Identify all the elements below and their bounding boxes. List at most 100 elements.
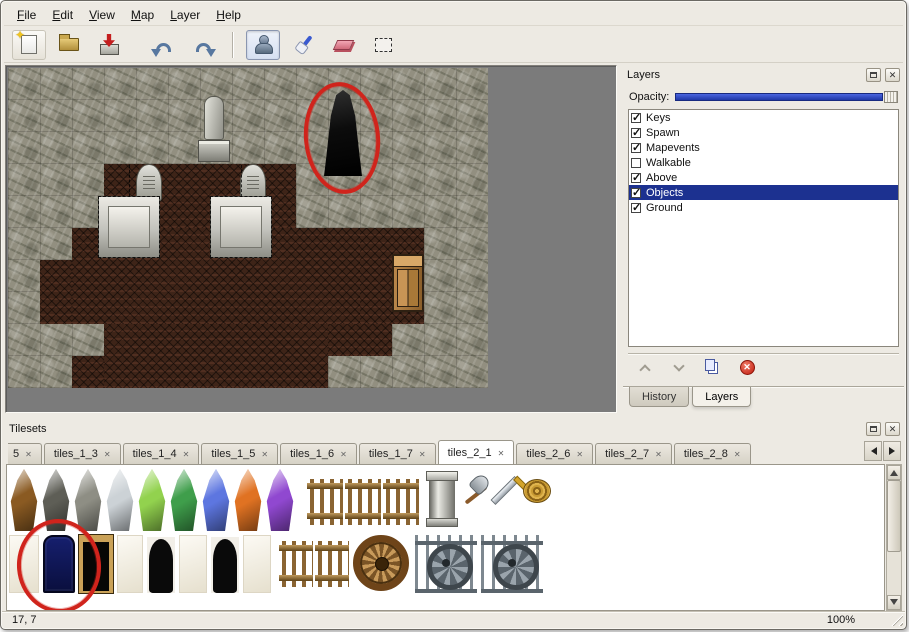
tileset-tab-tiles_2_8[interactable]: tiles_2_8 [674, 443, 751, 464]
tile-rails[interactable] [307, 479, 343, 525]
tilesets-close-button[interactable] [885, 422, 900, 436]
scroll-down-button[interactable] [887, 595, 901, 610]
layer-row-keys[interactable]: Keys [629, 110, 898, 125]
tileset-canvas[interactable] [6, 464, 885, 611]
tileset-scrollbar[interactable] [886, 464, 902, 611]
close-tab-icon[interactable] [498, 447, 505, 459]
tile-pale-tile[interactable] [243, 535, 271, 593]
tab-scroll-right-button[interactable] [883, 441, 901, 461]
tilesets-float-button[interactable] [866, 422, 881, 436]
menu-help[interactable]: Help [209, 5, 248, 25]
resize-grip[interactable] [890, 613, 903, 626]
layer-visibility-checkbox[interactable] [631, 203, 641, 213]
menu-view[interactable]: View [82, 5, 122, 25]
layers-close-button[interactable] [885, 68, 900, 82]
tile-column[interactable] [429, 471, 455, 527]
close-tab-icon[interactable] [183, 448, 190, 460]
opacity-slider-handle[interactable] [884, 91, 898, 103]
tile-rope-coil[interactable] [523, 479, 551, 503]
close-tab-icon[interactable] [419, 448, 426, 460]
opacity-slider-track[interactable] [675, 93, 883, 101]
tile-pale-tile[interactable] [117, 535, 143, 593]
tile-crystal[interactable] [9, 469, 39, 531]
tile-sword[interactable] [493, 473, 519, 525]
close-tab-icon[interactable] [340, 448, 347, 460]
tile-arch-door[interactable] [211, 537, 239, 593]
tile-crystal[interactable] [105, 469, 135, 531]
tab-layers[interactable]: Layers [692, 387, 751, 407]
tile-rails[interactable] [279, 541, 313, 587]
redo-button[interactable] [186, 30, 220, 60]
move-layer-up-button[interactable] [632, 357, 658, 379]
tile-wheel[interactable] [353, 535, 409, 591]
close-tab-icon[interactable] [576, 448, 583, 460]
tileset-tab-tiles_2_7[interactable]: tiles_2_7 [595, 443, 672, 464]
open-button[interactable] [52, 30, 86, 60]
layer-row-objects[interactable]: Objects [629, 185, 898, 200]
layers-float-button[interactable] [866, 68, 881, 82]
tile-rails[interactable] [383, 479, 419, 525]
layer-row-mapevents[interactable]: Mapevents [629, 140, 898, 155]
eraser-icon [332, 40, 353, 50]
tile-crystal[interactable] [233, 469, 263, 531]
tile-fence-wheel[interactable] [481, 535, 543, 593]
tile-crystal[interactable] [201, 469, 231, 531]
layer-visibility-checkbox[interactable] [631, 113, 641, 123]
tile-rails[interactable] [345, 479, 381, 525]
undo-button[interactable] [146, 30, 180, 60]
tile-rails[interactable] [315, 541, 349, 587]
layer-visibility-checkbox[interactable] [631, 158, 641, 168]
layer-visibility-checkbox[interactable] [631, 173, 641, 183]
tileset-tab-tiles_1_5[interactable]: tiles_1_5 [201, 443, 278, 464]
duplicate-layer-button[interactable] [700, 357, 726, 379]
tile-crystal[interactable] [137, 469, 167, 531]
layer-visibility-checkbox[interactable] [631, 143, 641, 153]
tileset-tab-tiles_2_6[interactable]: tiles_2_6 [516, 443, 593, 464]
tab-label: tiles_2_7 [605, 448, 649, 460]
tile-shovel[interactable] [461, 473, 489, 525]
scrollbar-thumb[interactable] [887, 480, 901, 552]
close-tab-icon[interactable] [655, 448, 662, 460]
menu-layer[interactable]: Layer [163, 5, 207, 25]
tileset-tab-tiles_1_4[interactable]: tiles_1_4 [123, 443, 200, 464]
layer-row-spawn[interactable]: Spawn [629, 125, 898, 140]
layer-visibility-checkbox[interactable] [631, 128, 641, 138]
close-tab-icon[interactable] [25, 448, 32, 460]
tileset-tab-tiles_2_1[interactable]: tiles_2_1 [438, 440, 515, 464]
select-tool-button[interactable] [366, 30, 400, 60]
scroll-up-button[interactable] [887, 465, 901, 480]
tileset-tab-tiles_1_7[interactable]: tiles_1_7 [359, 443, 436, 464]
save-button[interactable] [92, 30, 126, 60]
layer-visibility-checkbox[interactable] [631, 188, 641, 198]
close-tab-icon[interactable] [261, 448, 268, 460]
tile-crystal[interactable] [169, 469, 199, 531]
layer-row-above[interactable]: Above [629, 170, 898, 185]
tab-history[interactable]: History [629, 387, 689, 407]
tab-scroll-left-button[interactable] [864, 441, 882, 461]
selection-rectangle-icon [375, 38, 392, 52]
tileset-tab-tiles_1_6[interactable]: tiles_1_6 [280, 443, 357, 464]
menu-file[interactable]: File [10, 5, 43, 25]
tile-arch-door[interactable] [147, 537, 175, 593]
stamp-tool-button[interactable] [246, 30, 280, 60]
delete-layer-button[interactable] [734, 357, 760, 379]
tile-pale-tile[interactable] [179, 535, 207, 593]
close-tab-icon[interactable] [734, 448, 741, 460]
close-tab-icon[interactable] [104, 448, 111, 460]
move-layer-down-button[interactable] [666, 357, 692, 379]
tile-crystal[interactable] [265, 469, 295, 531]
layer-row-walkable[interactable]: Walkable [629, 155, 898, 170]
tileset-tab-tiles_1_3[interactable]: tiles_1_3 [44, 443, 121, 464]
brush-tool-button[interactable] [286, 30, 320, 60]
eraser-tool-button[interactable] [326, 30, 360, 60]
layers-panel-buttons [866, 68, 900, 82]
menu-map[interactable]: Map [124, 5, 161, 25]
tile-crystal[interactable] [73, 469, 103, 531]
new-map-button[interactable] [12, 30, 46, 60]
opacity-slider[interactable] [675, 90, 898, 104]
tile-fence-wheel[interactable] [415, 535, 477, 593]
menu-edit[interactable]: Edit [45, 5, 80, 25]
layer-row-ground[interactable]: Ground [629, 200, 898, 215]
map-canvas[interactable] [8, 68, 488, 388]
tileset-tab-5[interactable]: 5 [8, 443, 42, 464]
